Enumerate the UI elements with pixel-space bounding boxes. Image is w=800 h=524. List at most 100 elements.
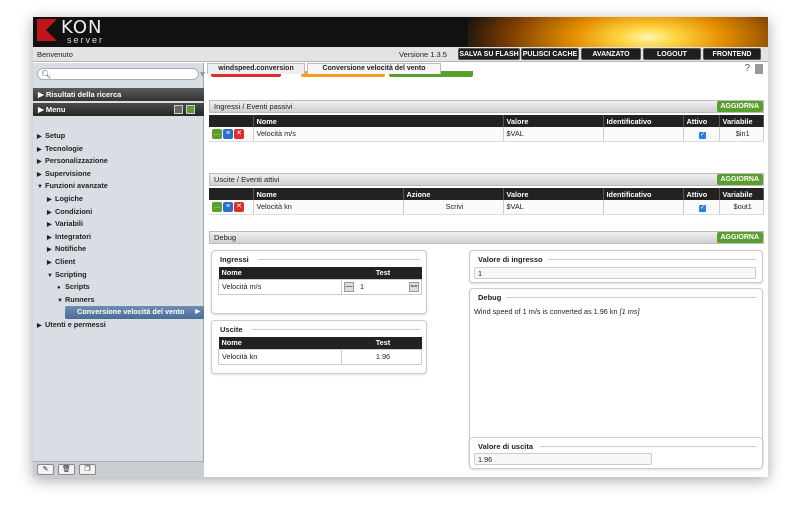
divider <box>548 259 756 260</box>
outputs-refresh-button[interactable]: AGGIORNA <box>716 174 763 185</box>
top-bar: Benvenuto Versione 1.3.5 SALVA SU FLASH … <box>33 47 768 62</box>
table-row[interactable]: … ≡ ✕ Velocità m/s $VAL ✓ $in1 <box>209 127 764 142</box>
list-icon[interactable]: ≡ <box>223 201 233 212</box>
pin-icon[interactable] <box>755 64 763 74</box>
outputs-section-title: Uscite / Eventi attivi <box>214 175 280 184</box>
cell-variabile: $in1 <box>719 127 764 142</box>
decrement-icon[interactable]: — <box>344 281 354 292</box>
nav-item[interactable]: ▶ Utenti e permessi <box>33 319 204 332</box>
input-value-field[interactable]: 1 <box>474 267 756 279</box>
cell-attivo[interactable]: ✓ <box>683 200 720 215</box>
nav-item[interactable]: ▶ Notifiche <box>33 243 204 256</box>
table-row: Velocità m/s — 1 == <box>218 278 422 295</box>
cell-nome: Velocità m/s <box>253 127 504 142</box>
actions-header <box>209 188 254 200</box>
brand-logo: KON server <box>37 19 102 45</box>
cell-test[interactable]: — 1 == <box>341 278 422 295</box>
header-decoration <box>468 17 768 47</box>
nav-item[interactable]: ▶ Logiche <box>33 193 204 206</box>
nav-item[interactable]: ▼ Runners <box>33 294 204 307</box>
search-input[interactable]: 🔍︎ ▼ <box>37 68 207 80</box>
nav-item-label: Scripts <box>65 282 90 292</box>
cell-identificativo <box>603 200 684 215</box>
outputs-section-header: Uscite / Eventi attivi AGGIORNA <box>209 173 764 186</box>
col-nome: Nome <box>218 337 342 349</box>
table-row: Velocità kn 1.96 <box>218 348 422 365</box>
debug-inputs-panel: Ingressi Nome Test Velocità m/s — 1 == <box>211 250 427 314</box>
nav-item[interactable]: ▶ Tecnologie <box>33 143 204 156</box>
save-flash-button[interactable]: SALVA SU FLASH <box>458 48 520 60</box>
inputs-refresh-button[interactable]: AGGIORNA <box>716 101 763 112</box>
nav-item[interactable]: ● Scripts <box>33 281 204 294</box>
trash-icon[interactable]: 🗑︎ <box>58 464 75 475</box>
nav-item[interactable]: ▶ Personalizzazione <box>33 155 204 168</box>
list-icon[interactable]: ≡ <box>223 128 233 139</box>
divider <box>258 259 420 260</box>
nav-item[interactable]: ▼ Scripting <box>33 269 204 282</box>
inputs-section-header: Ingressi / Eventi passivi AGGIORNA <box>209 100 764 113</box>
output-value-field: 1.96 <box>474 453 652 465</box>
tab-wind-speed[interactable]: Conversione velocità del vento <box>307 63 441 74</box>
search-results-bar[interactable]: ▶ Risultati della ricerca <box>33 88 204 101</box>
copy-icon[interactable]: ❐ <box>79 464 96 475</box>
expand-arrow-icon: ▶ <box>195 309 200 316</box>
col-identificativo: Identificativo <box>603 188 684 200</box>
sidebar-footer: ✎ 🗑︎ ❐ <box>33 461 204 477</box>
test-input[interactable]: 1 <box>360 282 364 291</box>
debug-message: Wind speed of 1 m/s is converted as 1.96… <box>474 307 640 316</box>
col-nome: Nome <box>218 267 342 279</box>
inputs-section-title: Ingressi / Eventi passivi <box>214 102 293 111</box>
col-nome: Nome <box>253 188 404 200</box>
nav-item-label: Supervisione <box>45 168 91 178</box>
logo-mark-icon <box>37 19 57 41</box>
inputs-table-header: Nome Valore Identificativo Attivo Variab… <box>209 115 764 127</box>
nav-item-label: Conversione velocità del vento <box>77 307 185 317</box>
app-window: KON server Benvenuto Versione 1.3.5 SALV… <box>33 17 768 477</box>
main-content: windspeed.conversion Conversione velocit… <box>205 63 768 477</box>
tab-bar: windspeed.conversion Conversione velocit… <box>205 63 768 77</box>
active-checkbox[interactable]: ✓ <box>699 131 706 139</box>
increment-icon[interactable]: == <box>409 281 419 292</box>
cell-nome: Velocità kn <box>253 200 404 215</box>
more-icon[interactable]: … <box>212 128 222 139</box>
table-row[interactable]: … ≡ ✕ Velocità kn Scrivi $VAL ✓ $out1 <box>209 200 764 215</box>
cell-variabile: $out1 <box>719 200 764 215</box>
nav-item-label: Integratori <box>55 231 92 241</box>
debug-refresh-button[interactable]: AGGIORNA <box>716 232 763 243</box>
more-icon[interactable]: … <box>212 201 222 212</box>
advanced-button[interactable]: AVANZATO <box>581 48 641 60</box>
active-checkbox[interactable]: ✓ <box>699 204 706 212</box>
nav-item[interactable]: ▶ Supervisione <box>33 168 204 181</box>
help-icon[interactable]: ? <box>744 63 750 74</box>
nav-item[interactable]: ▶ Client <box>33 256 204 269</box>
outputs-table-header: Nome Azione Valore Identificativo Attivo… <box>209 188 764 200</box>
nav-item[interactable]: Conversione velocità del vento ▶ <box>65 306 204 319</box>
logo-subtext: server <box>67 35 105 45</box>
logout-button[interactable]: LOGOUT <box>643 48 701 60</box>
nav-item[interactable]: ▶ Condizioni <box>33 206 204 219</box>
col-test: Test <box>341 267 422 279</box>
edit-icon[interactable]: ✎ <box>37 464 54 475</box>
nav-item[interactable]: ▶ Integratori <box>33 231 204 244</box>
debug-inputs-table: Nome Test Velocità m/s — 1 == <box>218 267 422 295</box>
tab-windspeed-conversion[interactable]: windspeed.conversion <box>207 63 305 74</box>
nav-item[interactable]: ▶ Variabili <box>33 218 204 231</box>
clear-cache-button[interactable]: PULISCI CACHE <box>521 48 579 60</box>
delete-icon[interactable]: ✕ <box>234 128 244 139</box>
nav-item[interactable]: ▶ Setup <box>33 130 204 143</box>
input-value-title: Valore di ingresso <box>478 255 543 264</box>
cell-attivo[interactable]: ✓ <box>683 127 720 142</box>
nav-item[interactable]: ▼ Funzioni avanzate <box>33 180 204 193</box>
output-value-panel: Valore di uscita 1.96 <box>469 437 763 469</box>
nav-item-label: Client <box>55 256 76 266</box>
nav-item-label: Funzioni avanzate <box>45 181 108 191</box>
menu-bar[interactable]: ▶ Menu <box>33 103 204 116</box>
nav-item-label: Scripting <box>55 269 87 279</box>
delete-icon[interactable]: ✕ <box>234 201 244 212</box>
collapse-all-icon[interactable] <box>174 105 183 114</box>
debug-text: Wind speed of 1 m/s is converted as 1.96… <box>474 307 618 316</box>
frontend-button[interactable]: FRONTEND <box>703 48 761 60</box>
divider <box>506 297 756 298</box>
output-value-title: Valore di uscita <box>478 442 534 451</box>
expand-all-icon[interactable] <box>186 105 195 114</box>
